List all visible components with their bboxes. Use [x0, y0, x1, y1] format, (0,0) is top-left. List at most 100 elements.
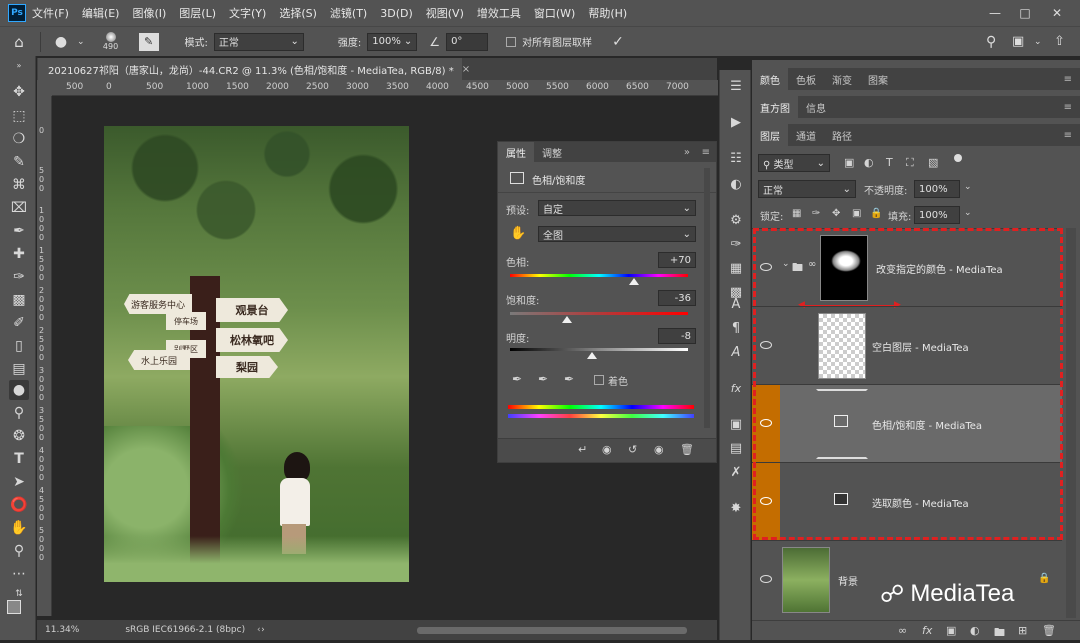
add-mask-icon[interactable]: ▣	[946, 624, 956, 637]
marquee-tool-icon[interactable]: ⬚	[9, 106, 29, 126]
tab-info[interactable]: 信息	[798, 96, 834, 118]
document-image[interactable]: 游客服务中心 观景台 停车场 松林氧吧 别墅区 水上乐园 梨园	[104, 126, 409, 582]
eraser-tool-icon[interactable]: ▯	[9, 336, 29, 356]
filter-smart-object-icon[interactable]: ▧	[928, 156, 938, 169]
brush-preset-picker[interactable]: 490	[97, 32, 125, 51]
menu-3d[interactable]: 3D(D)	[380, 7, 413, 20]
hue-slider-track[interactable]	[510, 274, 688, 277]
tab-channels[interactable]: 通道	[788, 124, 824, 146]
new-group-icon[interactable]: 🖿	[994, 624, 1005, 643]
fx-icon[interactable]: fx	[922, 624, 932, 637]
fill-input[interactable]: 100%	[914, 206, 960, 224]
eyedropper-icon[interactable]: ✒	[512, 372, 522, 386]
menu-layer[interactable]: 图层(L)	[179, 5, 216, 21]
menu-edit[interactable]: 编辑(E)	[82, 5, 120, 21]
opacity-input[interactable]: 100%	[914, 180, 960, 198]
panel-menu-icon[interactable]: ≡	[702, 147, 710, 158]
layer-thumbnail[interactable]	[782, 547, 830, 613]
eyedropper-tool-icon[interactable]: ✒	[9, 221, 29, 241]
foreground-color[interactable]	[7, 600, 21, 614]
lock-pixels-icon[interactable]: ✑	[812, 208, 820, 219]
colorize-checkbox[interactable]	[594, 375, 604, 385]
filter-shape-icon[interactable]: ⛶	[906, 156, 914, 170]
collapse-icon[interactable]: »	[684, 147, 690, 158]
chevron-down-icon[interactable]: ⌄	[964, 182, 972, 192]
path-select-icon[interactable]: ➤	[9, 472, 29, 492]
tab-adjustments[interactable]: 调整	[534, 142, 570, 162]
layer-filter-select[interactable]: ⚲ 类型 ⌄	[758, 154, 830, 172]
adjustments-icon[interactable]: ☷	[726, 148, 746, 168]
collapse-icon[interactable]: »	[9, 60, 29, 70]
filter-type-icon[interactable]: T	[886, 156, 893, 169]
minimize-icon[interactable]: —	[980, 0, 1010, 26]
filter-toggle-icon[interactable]	[954, 154, 962, 162]
glyphs-icon[interactable]: A	[726, 342, 746, 362]
document-tab[interactable]: 20210627祁阳（唐家山，龙尚）-44.CR2 @ 11.3% (色相/饱和…	[38, 58, 470, 80]
layer-name[interactable]: 背景	[838, 573, 858, 588]
lightness-input[interactable]: -8	[658, 328, 696, 344]
filter-adjustment-icon[interactable]: ◐	[864, 156, 874, 169]
tab-properties[interactable]: 属性	[498, 142, 534, 162]
targeted-adjust-icon[interactable]: ✋	[510, 226, 526, 241]
lock-position-icon[interactable]: ✥	[832, 208, 840, 219]
menu-image[interactable]: 图像(I)	[132, 5, 166, 21]
healing-tool-icon[interactable]: ✚	[9, 244, 29, 264]
close-tab-icon[interactable]: ×	[462, 64, 470, 75]
tab-patterns[interactable]: 图案	[860, 68, 896, 90]
menu-window[interactable]: 窗口(W)	[534, 5, 575, 21]
delete-icon[interactable]: 🗑	[680, 443, 694, 456]
tab-layers[interactable]: 图层	[752, 124, 788, 146]
menu-view[interactable]: 视图(V)	[426, 5, 464, 21]
lock-all-icon[interactable]: 🔒	[870, 208, 882, 219]
pressure-icon[interactable]: ✓	[612, 34, 624, 50]
properties-scrollbar[interactable]	[704, 168, 710, 428]
menu-type[interactable]: 文字(Y)	[229, 5, 266, 21]
new-layer-icon[interactable]: ⊞	[1018, 624, 1027, 637]
3d-icon[interactable]: ✸	[726, 498, 746, 518]
lock-artboard-icon[interactable]: ▣	[852, 208, 861, 219]
dodge-tool-icon[interactable]: ⚲	[9, 403, 29, 423]
brush-tool-icon[interactable]: ✑	[9, 267, 29, 287]
swatches-icon[interactable]: ▦	[726, 258, 746, 278]
more-tools-icon[interactable]: ⋯	[9, 564, 29, 584]
blend-mode-select[interactable]: 正常 ⌄	[758, 180, 856, 198]
pen-tool-icon[interactable]: ❂	[9, 426, 29, 446]
link-layers-icon[interactable]: ∞	[898, 624, 907, 637]
horizontal-scrollbar[interactable]	[417, 626, 687, 634]
panel-menu-icon[interactable]: ≡	[1064, 130, 1072, 141]
chevron-right-icon[interactable]: ›	[261, 625, 265, 635]
paragraph-icon[interactable]: ¶	[726, 318, 746, 338]
quick-select-tool-icon[interactable]: ✎	[9, 152, 29, 172]
tab-paths[interactable]: 路径	[824, 124, 860, 146]
home-icon[interactable]: ⌂	[8, 33, 30, 51]
brushes-icon[interactable]: ✑	[726, 234, 746, 254]
chevron-down-icon[interactable]: ⌄	[964, 208, 972, 218]
history-icon[interactable]: ☰	[726, 76, 746, 96]
lasso-tool-icon[interactable]: ❍	[9, 129, 29, 149]
reset-icon[interactable]: ↺	[628, 443, 637, 456]
tab-gradients[interactable]: 渐变	[824, 68, 860, 90]
menu-filter[interactable]: 滤镜(T)	[330, 5, 367, 21]
frame-tool-icon[interactable]: ⌧	[9, 198, 29, 218]
sample-all-checkbox[interactable]	[506, 36, 517, 47]
workspace-icon[interactable]: ▣	[1012, 34, 1024, 49]
lightness-slider-track[interactable]	[510, 348, 688, 351]
maximize-icon[interactable]: □	[1010, 0, 1040, 26]
gradient-tool-icon[interactable]: ▤	[9, 359, 29, 379]
notes-icon[interactable]: ▤	[726, 438, 746, 458]
search-icon[interactable]: ⚲	[986, 34, 996, 50]
character-icon[interactable]: A	[726, 294, 746, 314]
tab-swatches[interactable]: 色板	[788, 68, 824, 90]
clip-to-layer-icon[interactable]: ↵	[578, 443, 587, 456]
delete-layer-icon[interactable]: 🗑	[1042, 624, 1056, 637]
saturation-input[interactable]: -36	[658, 290, 696, 306]
ellipse-tool-icon[interactable]: ⭕	[9, 495, 29, 515]
hue-slider-thumb[interactable]	[628, 278, 639, 285]
blur-tool-icon[interactable]: ●	[9, 380, 29, 400]
panel-menu-icon[interactable]: ≡	[1064, 102, 1072, 113]
history-brush-icon[interactable]: ✐	[9, 313, 29, 333]
blur-tool-icon[interactable]: ●	[51, 34, 71, 50]
view-previous-icon[interactable]: ◉	[602, 443, 612, 456]
strength-input[interactable]: 100% ⌄	[367, 32, 418, 51]
brush-settings-icon[interactable]: ⚙	[726, 210, 746, 230]
